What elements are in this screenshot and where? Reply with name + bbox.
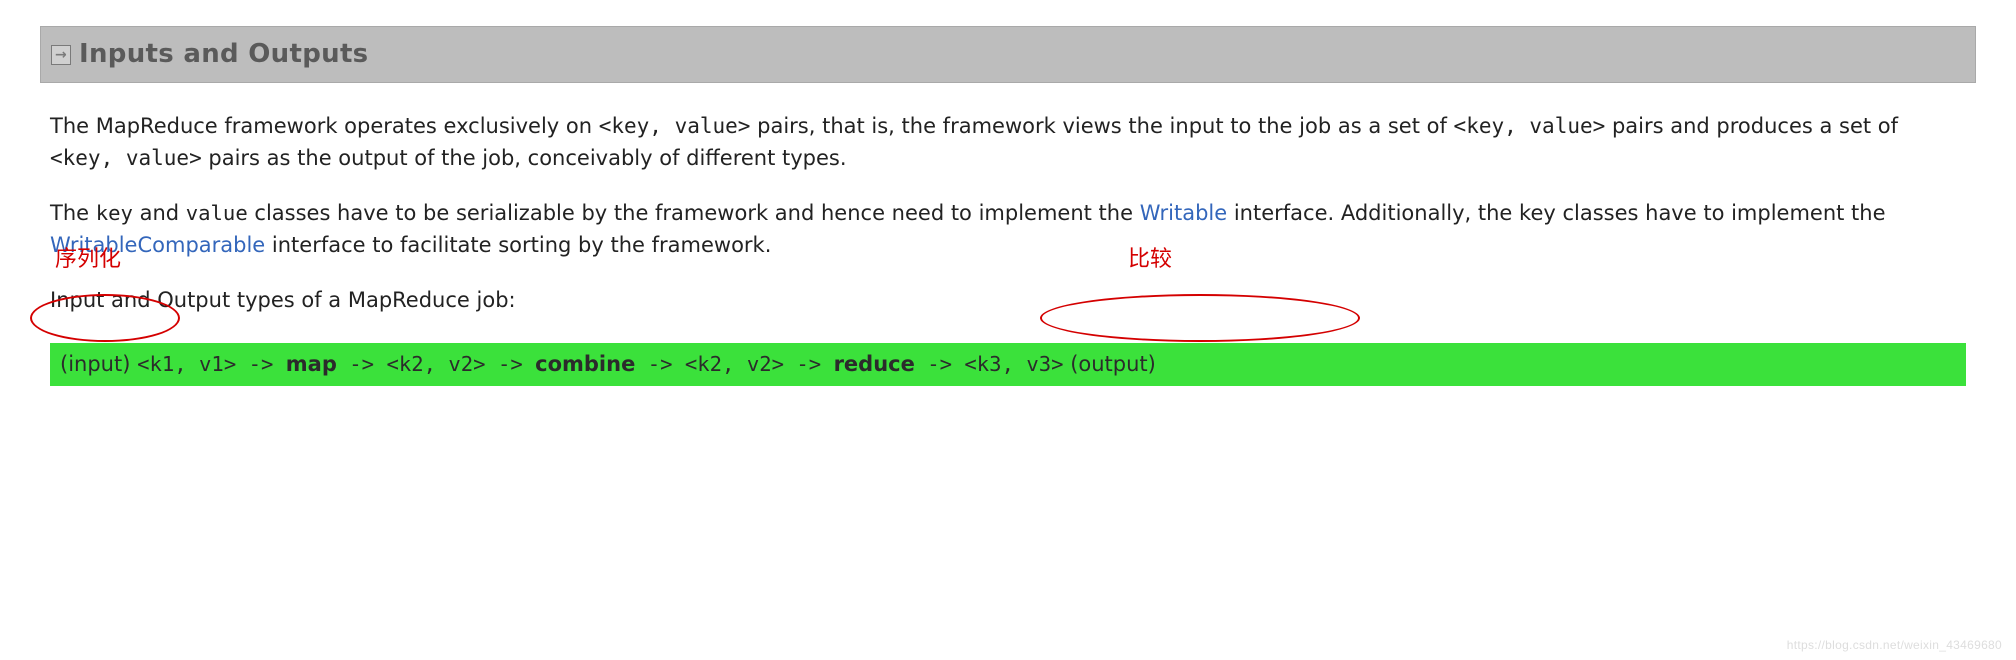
code-value: value xyxy=(186,201,248,225)
flow-arrow: -> xyxy=(236,352,286,376)
text: pairs as the output of the job, conceiva… xyxy=(202,146,847,170)
code-key: key xyxy=(96,201,133,225)
paragraph-serializable: The key and value classes have to be ser… xyxy=(50,198,1966,261)
flow-output-label: (output) xyxy=(1064,352,1156,376)
watermark: https://blog.csdn.net/weixin_43469680 xyxy=(1787,636,2002,654)
flow-reduce: reduce xyxy=(834,352,915,376)
paragraph-io-types: Input and Output types of a MapReduce jo… xyxy=(50,285,1966,317)
link-writablecomparable[interactable]: WritableComparable xyxy=(50,233,265,257)
flow-k2v2-b: <k2, v2> xyxy=(685,352,784,376)
mapreduce-flow-bar: (input) <k1, v1> -> map -> <k2, v2> -> c… xyxy=(50,343,1966,387)
collapse-toggle-icon[interactable]: → xyxy=(51,45,71,65)
text: The MapReduce framework operates exclusi… xyxy=(50,114,599,138)
code-key-value: <key, value> xyxy=(1454,114,1606,138)
link-writable[interactable]: Writable xyxy=(1140,201,1227,225)
text: and xyxy=(133,201,186,225)
section-heading: → Inputs and Outputs xyxy=(40,26,1976,83)
flow-k3v3: <k3, v3> xyxy=(964,352,1063,376)
paragraph-intro: The MapReduce framework operates exclusi… xyxy=(50,111,1966,174)
flow-arrow: -> xyxy=(486,352,536,376)
text: interface to facilitate sorting by the f… xyxy=(265,233,771,257)
document-page: → Inputs and Outputs The MapReduce frame… xyxy=(0,26,2016,660)
code-key-value: <key, value> xyxy=(50,146,202,170)
text: pairs, that is, the framework views the … xyxy=(750,114,1453,138)
code-key-value: <key, value> xyxy=(599,114,751,138)
flow-combine: combine xyxy=(535,352,635,376)
section-heading-title: Inputs and Outputs xyxy=(79,35,368,74)
flow-input-label: (input) xyxy=(60,352,137,376)
text: pairs and produces a set of xyxy=(1605,114,1898,138)
flow-arrow: -> xyxy=(635,352,685,376)
flow-map: map xyxy=(286,352,337,376)
text: interface. Additionally, the key classes… xyxy=(1227,201,1885,225)
flow-k1v1: <k1, v1> xyxy=(137,352,236,376)
text: The xyxy=(50,201,96,225)
flow-arrow: -> xyxy=(784,352,834,376)
flow-k2v2: <k2, v2> xyxy=(386,352,485,376)
flow-arrow: -> xyxy=(915,352,965,376)
flow-arrow: -> xyxy=(337,352,387,376)
text: classes have to be serializable by the f… xyxy=(248,201,1140,225)
